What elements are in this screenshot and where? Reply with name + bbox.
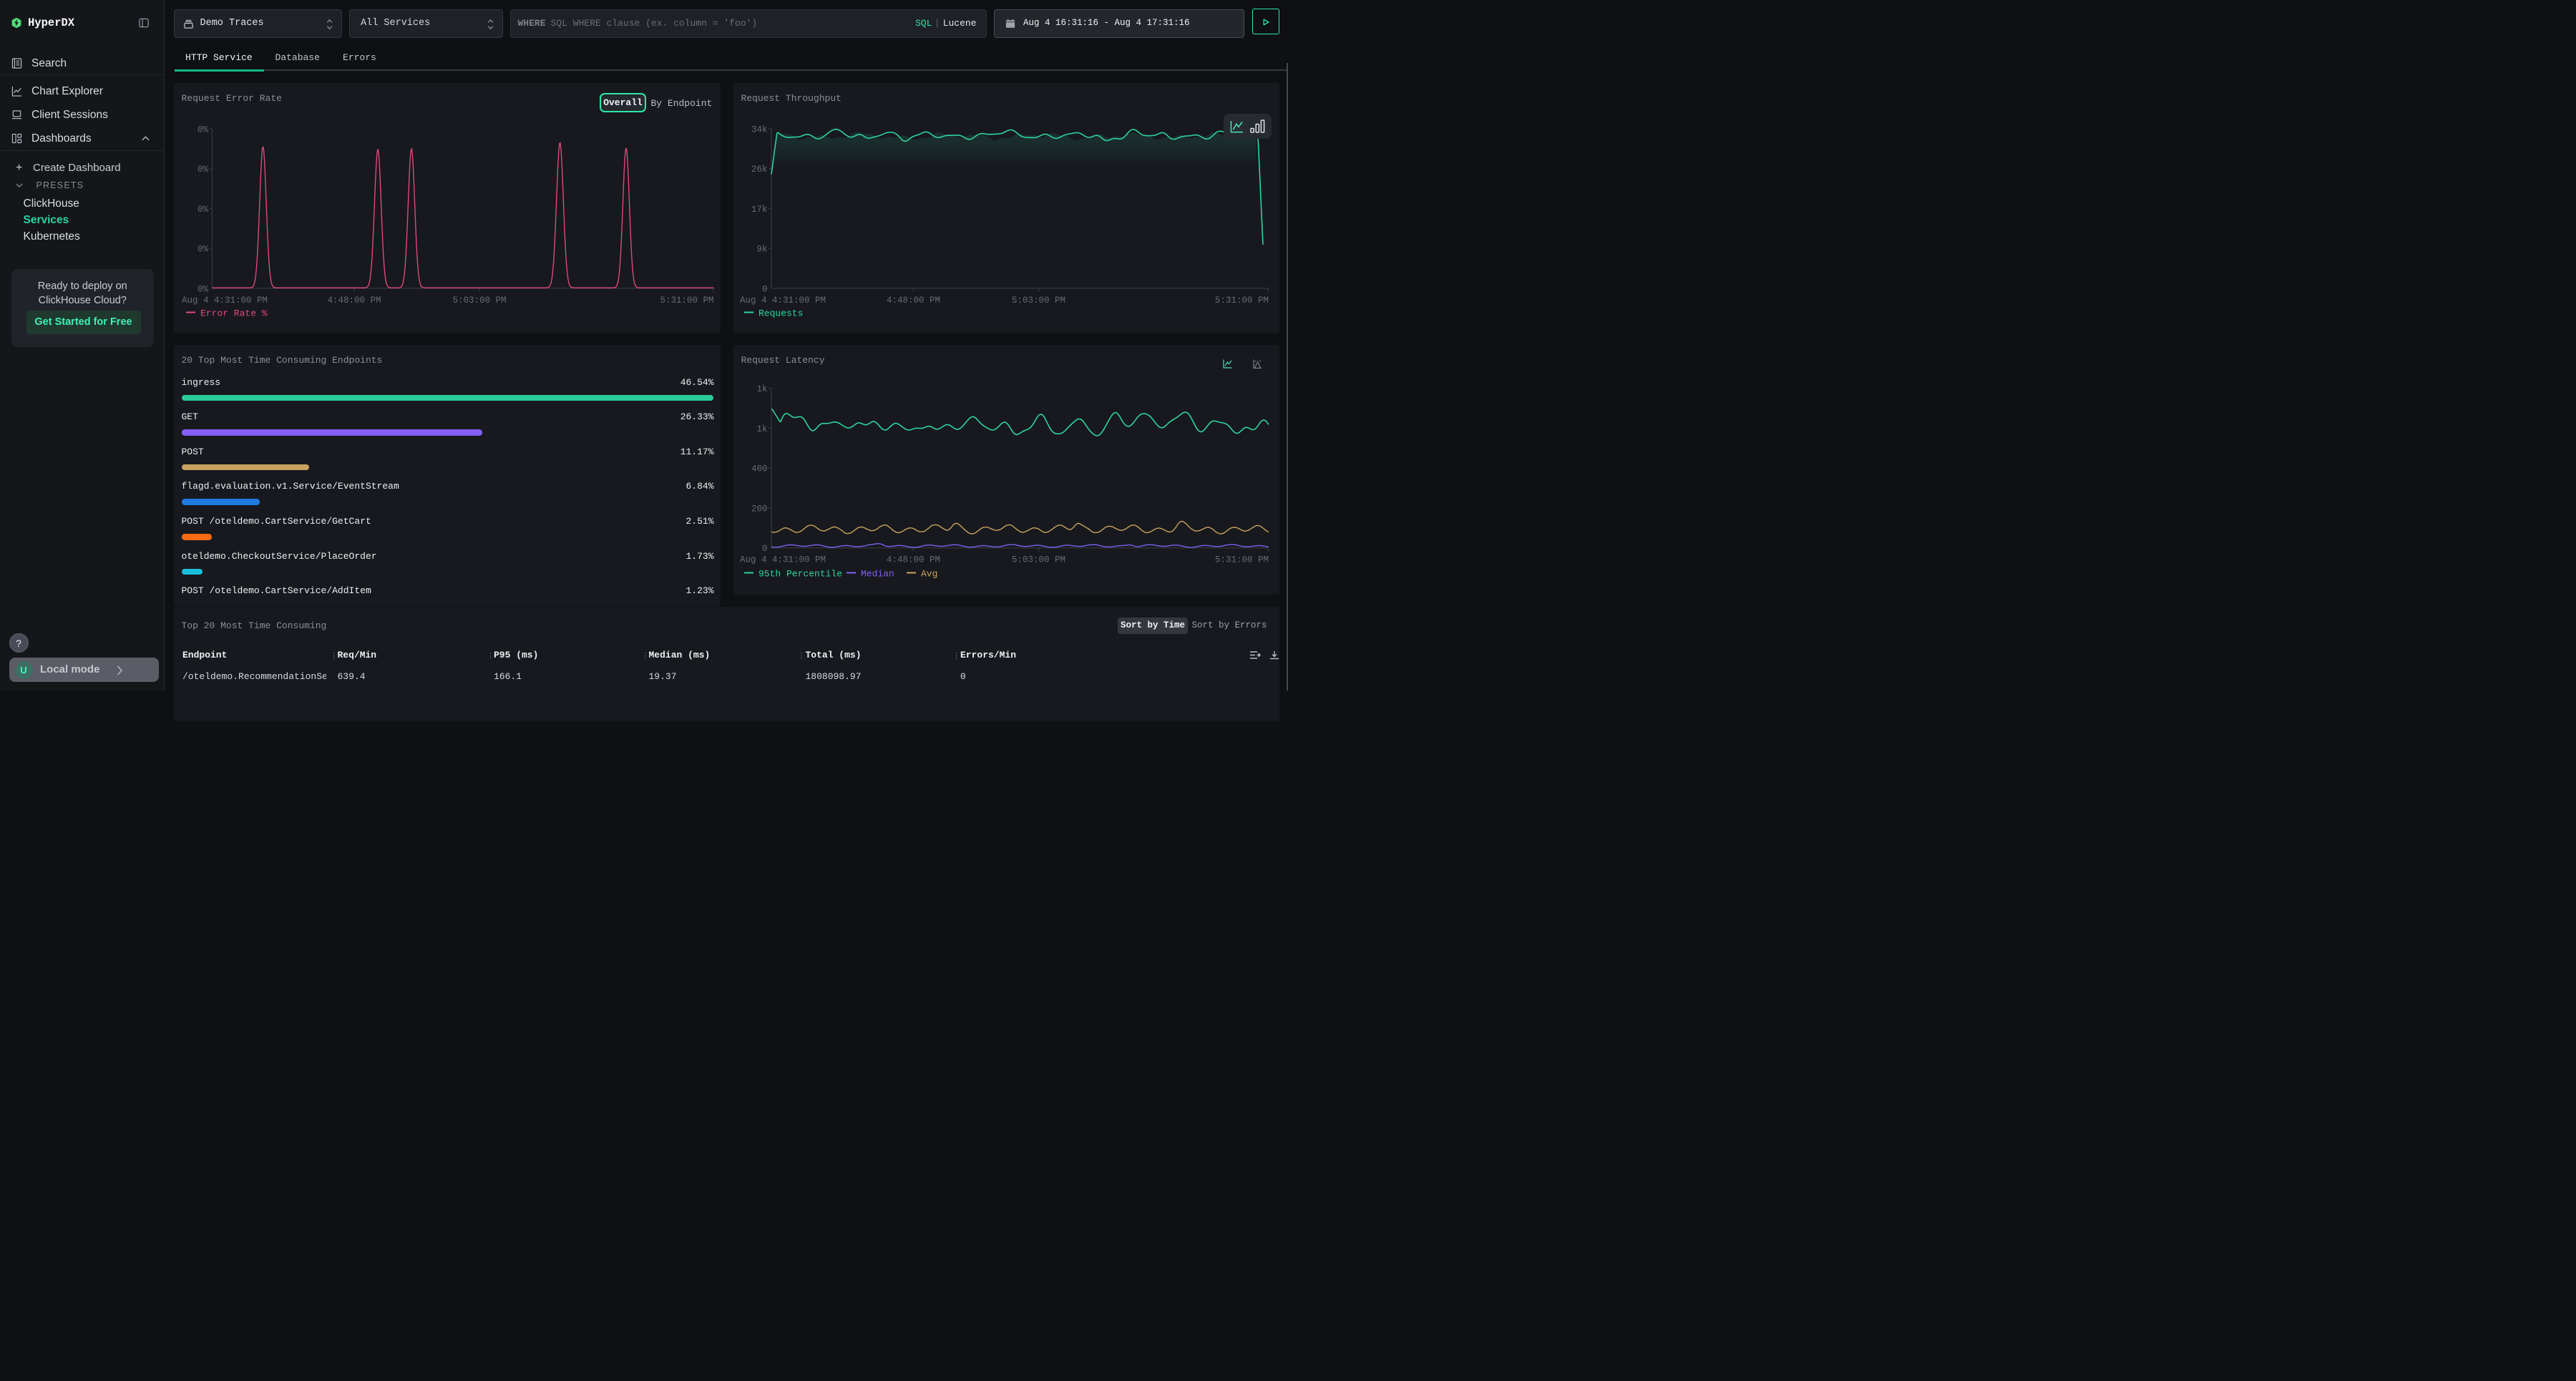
svg-text:95th Percentile: 95th Percentile: [758, 568, 842, 579]
svg-text:26k: 26k: [751, 165, 767, 175]
svg-text:Aug 4 4:31:00 PM: Aug 4 4:31:00 PM: [182, 296, 268, 306]
svg-text:4:48:00 PM: 4:48:00 PM: [886, 296, 940, 306]
svg-text:5:03:00 PM: 5:03:00 PM: [1011, 296, 1065, 306]
svg-text:5:31:00 PM: 5:31:00 PM: [660, 296, 713, 306]
svg-text:Avg: Avg: [921, 568, 937, 579]
svg-text:Requests: Requests: [758, 308, 803, 318]
svg-text:9k: 9k: [756, 244, 767, 254]
svg-text:Aug 4 4:31:00 PM: Aug 4 4:31:00 PM: [740, 296, 826, 306]
svg-text:0%: 0%: [197, 284, 208, 294]
svg-text:Aug 4 4:31:00 PM: Aug 4 4:31:00 PM: [740, 555, 826, 565]
svg-text:0: 0: [761, 284, 767, 294]
svg-text:0%: 0%: [197, 244, 208, 254]
svg-text:400: 400: [751, 464, 767, 474]
svg-text:5:31:00 PM: 5:31:00 PM: [1214, 296, 1268, 306]
svg-text:34k: 34k: [751, 125, 767, 135]
svg-text:17k: 17k: [751, 204, 767, 214]
svg-text:Median: Median: [861, 568, 894, 579]
svg-text:4:48:00 PM: 4:48:00 PM: [327, 296, 381, 306]
svg-text:4:48:00 PM: 4:48:00 PM: [886, 555, 940, 565]
svg-text:0%: 0%: [197, 125, 208, 135]
svg-text:5:31:00 PM: 5:31:00 PM: [1214, 555, 1268, 565]
svg-text:200: 200: [751, 504, 767, 514]
svg-text:5:03:00 PM: 5:03:00 PM: [452, 296, 506, 306]
svg-text:0%: 0%: [197, 165, 208, 175]
svg-text:0%: 0%: [197, 204, 208, 214]
svg-text:5:03:00 PM: 5:03:00 PM: [1011, 555, 1065, 565]
svg-text:1k: 1k: [756, 384, 767, 394]
svg-text:Error Rate %: Error Rate %: [200, 308, 268, 318]
svg-text:1k: 1k: [756, 424, 767, 434]
svg-text:0: 0: [761, 544, 767, 554]
